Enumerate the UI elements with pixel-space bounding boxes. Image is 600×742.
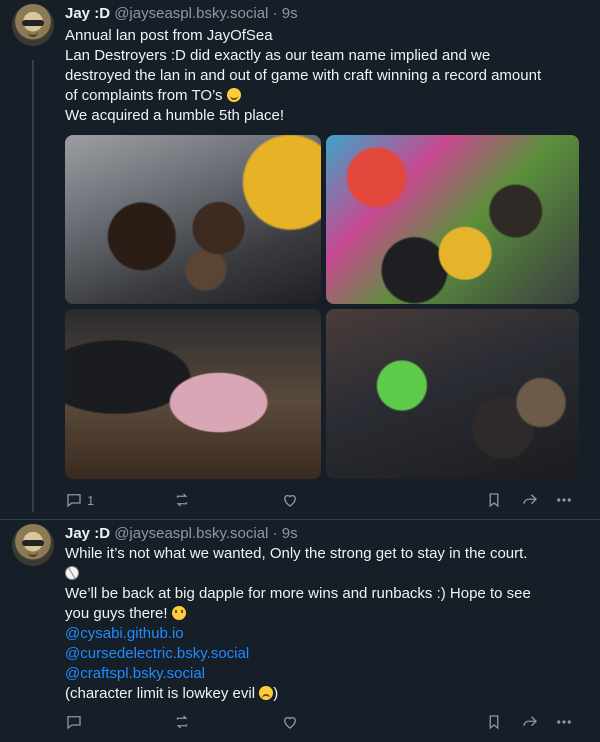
bookmark-button[interactable] [485,490,503,510]
repost-button[interactable] [173,712,191,732]
cowboy-emoji-icon [171,606,186,620]
image-lan-group-photo-2[interactable] [326,135,579,304]
text-line: of complaints from TO’s [65,86,585,106]
more-icon [557,498,571,502]
mention-link[interactable]: @craftspl.bsky.social [65,664,585,684]
post-header: Jay :D @jayseaspl.bsky.social · 9s [65,525,298,542]
share-button[interactable] [521,712,539,732]
separator-dot: · [272,525,278,542]
text-fragment: you guys there! [65,605,168,622]
text-fragment: of complaints from TO’s [65,87,223,104]
volleyball-emoji-icon [65,566,79,580]
text-line: (character limit is lowkey evil ) [65,685,279,702]
author-handle[interactable]: @jayseaspl.bsky.social [114,5,268,22]
avatar[interactable] [12,524,54,566]
text-line: you guys there! [65,604,585,624]
thread-line [32,60,34,512]
like-icon [284,494,296,507]
reply-button[interactable]: 1 [65,490,94,510]
text-line [65,564,585,584]
image-lan-monitors-photo[interactable] [326,309,579,479]
share-icon [523,494,537,505]
text-line: Lan Destroyers :D did exactly as our tea… [65,47,491,64]
like-button[interactable] [281,712,299,732]
post-time[interactable]: 9s [282,525,298,542]
avatar-mouth [28,551,38,557]
more-options-button[interactable] [555,712,573,732]
share-button[interactable] [521,490,539,510]
bookmark-icon [489,715,499,730]
separator-dot: · [272,5,278,22]
text-line: Annual lan post from JayOfSea [65,27,273,44]
text-line: We acquired a humble 5th place! [65,107,285,124]
avatar-glasses [22,540,44,546]
text-line: We’ll be back at big dapple for more win… [65,585,531,602]
repost-icon [176,493,188,507]
repost-icon [176,715,188,729]
more-options-button[interactable] [555,490,573,510]
avatar-mouth [28,31,38,37]
mention-link[interactable]: @cursedelectric.bsky.social [65,644,585,664]
text-fragment: (character limit is lowkey evil [65,685,256,702]
post-2[interactable]: Jay :D @jayseaspl.bsky.social · 9s While… [0,520,600,742]
author-handle[interactable]: @jayseaspl.bsky.social [114,525,268,542]
like-button[interactable] [281,490,299,510]
mention-link[interactable]: @cysabi.github.io [65,624,585,644]
action-bar [65,712,585,732]
post-time[interactable]: 9s [282,5,298,22]
author-name[interactable]: Jay :D [65,5,110,22]
post-text: Annual lan post from JayOfSea Lan Destro… [65,26,585,126]
frown-emoji-icon [259,686,274,700]
author-name[interactable]: Jay :D [65,525,110,542]
image-grid [65,135,579,479]
text-line: destroyed the lan in and out of game wit… [65,67,542,84]
image-lan-setup-photo[interactable] [65,309,321,479]
like-icon [284,716,296,729]
post-1[interactable]: Jay :D @jayseaspl.bsky.social · 9s Annua… [0,0,600,520]
action-bar: 1 [65,490,585,510]
post-text: While it’s not what we wanted, Only the … [65,544,585,704]
image-lan-group-photo-1[interactable] [65,135,321,304]
repost-button[interactable] [173,490,191,510]
avatar[interactable] [12,4,54,46]
share-icon [523,716,537,727]
post-header: Jay :D @jayseaspl.bsky.social · 9s [65,5,298,22]
more-icon [557,720,571,724]
reply-button[interactable] [65,712,87,732]
text-line: While it’s not what we wanted, Only the … [65,545,528,562]
smile-emoji-icon [226,88,241,102]
bookmark-icon [489,493,499,508]
avatar-glasses [22,20,44,26]
reply-icon [67,716,81,730]
reply-count: 1 [87,492,95,508]
bookmark-button[interactable] [485,712,503,732]
reply-icon [67,494,81,508]
